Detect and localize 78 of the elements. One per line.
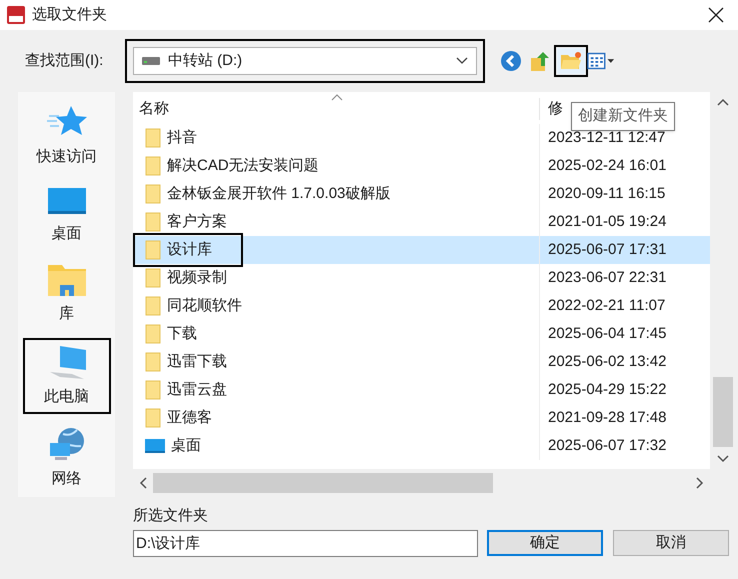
selected-folder-label: 所选文件夹 [133, 506, 209, 526]
scroll-thumb[interactable] [712, 377, 732, 447]
desktop-icon [46, 186, 86, 216]
sidebar-item[interactable]: 此电脑 [24, 340, 108, 412]
file-row[interactable]: 迅雷下载 2025-06-02 13:42 [133, 348, 710, 376]
file-name: 客户方案 [167, 212, 227, 232]
folder-icon [145, 128, 161, 148]
modified-date: 2023-06-07 22:31 [547, 268, 666, 288]
file-row[interactable]: 迅雷云盘 2025-04-29 15:22 [133, 376, 710, 404]
folder-icon [145, 408, 161, 428]
column-header[interactable]: 名称 [133, 98, 540, 120]
scroll-thumb[interactable] [153, 473, 493, 493]
folder-icon [145, 380, 161, 400]
scroll-right-icon[interactable] [696, 477, 704, 489]
modified-date: 2021-01-05 19:24 [547, 212, 666, 232]
file-name: 金林钣金展开软件 1.7.0.03破解版 [167, 184, 390, 204]
scroll-down-icon[interactable] [716, 455, 728, 463]
file-name: 桌面 [171, 436, 201, 456]
drive-icon [142, 57, 160, 65]
sort-up-icon [331, 94, 343, 101]
location-value: 中转站 (D:) [168, 50, 242, 71]
file-row[interactable]: 解决CAD无法安装问题 2025-02-24 16:01 [133, 152, 710, 180]
file-row[interactable]: 同花顺软件 2022-02-21 11:07 [133, 292, 710, 320]
folder-icon [145, 184, 161, 204]
file-row[interactable]: 视频录制 2023-06-07 22:31 [133, 264, 710, 292]
look-in-label: 查找范围(I): [25, 50, 104, 71]
dialog-button[interactable]: 取消 [613, 530, 729, 556]
modified-date: 2022-02-21 11:07 [547, 296, 666, 316]
modified-date: 2020-09-11 16:15 [547, 184, 666, 204]
modified-date: 2025-06-07 17:32 [547, 436, 666, 456]
file-row[interactable]: 金林钣金展开软件 1.7.0.03破解版 2020-09-11 16:15 [133, 180, 710, 208]
desktop-icon [145, 439, 165, 453]
app-icon [6, 5, 26, 25]
sidebar-item[interactable]: 快速访问 [24, 100, 108, 172]
sidebar-item[interactable]: 网络 [24, 422, 108, 494]
file-name: 解决CAD无法安装问题 [167, 156, 319, 176]
folder-icon [145, 268, 161, 288]
close-icon[interactable] [708, 7, 724, 23]
window-title: 选取文件夹 [32, 4, 107, 25]
modified-date: 2021-09-28 17:48 [547, 408, 666, 428]
column-header[interactable]: 修 [540, 98, 563, 120]
modified-date: 2025-06-04 17:45 [547, 324, 666, 344]
folder-icon [145, 296, 161, 316]
modified-date: 2025-02-24 16:01 [547, 156, 666, 176]
tooltip: 创建新文件夹 [571, 102, 675, 130]
file-row[interactable]: 下载 2025-06-04 17:45 [133, 320, 710, 348]
location-dropdown[interactable]: 中转站 (D:) [133, 47, 477, 75]
folder-icon [46, 263, 86, 297]
file-row[interactable]: 亚德客 2021-09-28 17:48 [133, 404, 710, 432]
up-folder-icon [530, 50, 552, 72]
modified-date: 2025-04-29 15:22 [547, 380, 666, 400]
view-menu-icon [587, 52, 615, 70]
sidebar-item[interactable]: 桌面 [24, 182, 108, 249]
folder-icon [145, 324, 161, 344]
modified-date: 2025-06-07 17:31 [547, 240, 666, 260]
folder-icon [145, 352, 161, 372]
new-folder-icon [560, 51, 582, 71]
file-name: 设计库 [167, 240, 212, 260]
file-name: 迅雷下载 [167, 352, 227, 372]
modified-date: 2023-12-11 12:47 [547, 128, 666, 148]
dialog-button[interactable]: 确定 [487, 530, 603, 556]
scroll-left-icon[interactable] [139, 477, 147, 489]
folder-icon [145, 156, 161, 176]
file-name: 抖音 [167, 128, 197, 148]
file-name: 视频录制 [167, 268, 227, 288]
selected-folder-field[interactable]: D:\设计库 [133, 530, 478, 556]
file-name: 下载 [167, 324, 197, 344]
file-name: 亚德客 [167, 408, 212, 428]
folder-icon [145, 240, 161, 260]
chevron-down-icon [456, 57, 468, 65]
sidebar-item[interactable]: 库 [24, 259, 108, 330]
file-name: 同花顺软件 [167, 296, 242, 316]
folder-icon [145, 212, 161, 232]
modified-date: 2025-06-02 13:42 [547, 352, 666, 372]
scroll-up-icon[interactable] [716, 98, 728, 106]
file-name: 迅雷云盘 [167, 380, 227, 400]
file-row[interactable]: 设计库 2025-06-07 17:31 [133, 236, 710, 264]
file-row[interactable]: 桌面 2025-06-07 17:32 [133, 432, 710, 460]
